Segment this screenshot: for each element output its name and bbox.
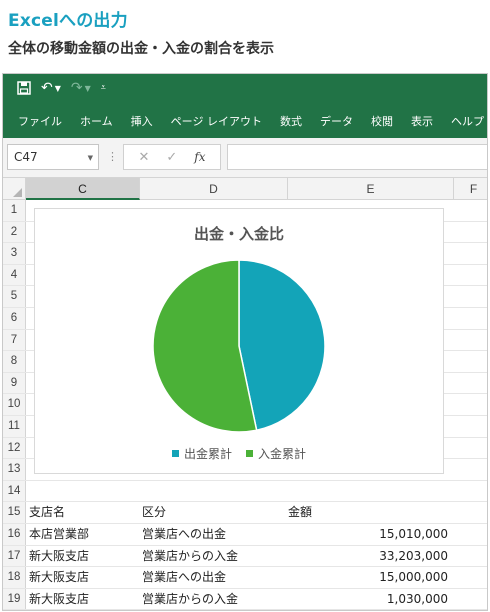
enter-check-icon[interactable]: ✓: [166, 150, 177, 165]
row-header[interactable]: 10: [3, 394, 26, 415]
insert-function-icon[interactable]: fx: [194, 150, 205, 164]
row-header[interactable]: 6: [3, 308, 26, 329]
column-header-f[interactable]: F: [454, 178, 487, 200]
undo-icon[interactable]: ↶ ▼: [41, 80, 61, 96]
excel-window: ↶ ▼ ↷ ▼ ⩡ ファイル ホーム 挿入 ページ レイアウト 数式 データ 校閲 …: [2, 73, 488, 611]
tab-review[interactable]: 校閲: [362, 113, 402, 129]
formula-bar-grip-icon[interactable]: ⋮: [107, 150, 118, 163]
table-header-branch[interactable]: 支店名: [29, 502, 139, 523]
tab-file[interactable]: ファイル: [9, 113, 71, 129]
pie-chart-svg: [152, 259, 326, 433]
row-header[interactable]: 18: [3, 567, 26, 588]
row-header[interactable]: 4: [3, 264, 26, 286]
pie-chart[interactable]: 出金・入金比 出金累計 入金累計: [34, 208, 444, 474]
sheet-row: 18 新大阪支店 営業店への出金 15,000,000: [3, 567, 487, 589]
legend-swatch-in: [246, 450, 253, 457]
table-cell-branch[interactable]: 本店営業部: [29, 524, 139, 545]
table-cell-type[interactable]: 営業店への出金: [142, 524, 286, 545]
column-header-c[interactable]: C: [26, 178, 140, 200]
row-header[interactable]: 16: [3, 524, 26, 545]
chart-legend: 出金累計 入金累計: [35, 445, 443, 462]
tab-data[interactable]: データ: [311, 113, 362, 129]
table-cell-type[interactable]: 営業店からの入金: [142, 589, 286, 610]
sheet-row: 17 新大阪支店 営業店からの入金 33,203,000: [3, 545, 487, 568]
table-header-type[interactable]: 区分: [142, 502, 282, 523]
table-cell-amount[interactable]: 15,000,000: [288, 567, 448, 588]
sheet-row: 15 支店名 区分 金額: [3, 502, 487, 524]
table-cell-branch[interactable]: 新大阪支店: [29, 589, 139, 610]
legend-item-in: 入金累計: [246, 445, 306, 462]
row-header[interactable]: 17: [3, 545, 26, 567]
row-header[interactable]: 13: [3, 459, 26, 480]
redo-icon[interactable]: ↷ ▼: [71, 80, 91, 96]
row-header[interactable]: 5: [3, 286, 26, 307]
row-header[interactable]: 12: [3, 437, 26, 459]
formula-bar: C47 ▼ ⋮ ✕ ✓ fx: [3, 138, 487, 178]
table-cell-amount[interactable]: 1,030,000: [288, 589, 448, 610]
row-header[interactable]: 2: [3, 221, 26, 243]
cancel-icon[interactable]: ✕: [138, 150, 149, 165]
doc-title: Excelへの出力: [8, 11, 128, 31]
sheet-row: 19 新大阪支店 営業店からの入金 1,030,000: [3, 588, 487, 610]
name-box-value: C47: [14, 150, 38, 164]
table-cell-branch[interactable]: 新大阪支店: [29, 546, 139, 567]
column-headers: C D E F: [3, 178, 487, 200]
formula-tools: ✕ ✓ fx: [123, 144, 221, 170]
table-cell-type[interactable]: 営業店からの入金: [142, 546, 286, 567]
ribbon-tabs: ファイル ホーム 挿入 ページ レイアウト 数式 データ 校閲 表示 ヘルプ: [3, 104, 487, 138]
tab-help[interactable]: ヘルプ: [442, 113, 487, 129]
sheet-row: 14: [3, 480, 487, 503]
tab-view[interactable]: 表示: [402, 113, 442, 129]
select-all-button[interactable]: [3, 178, 26, 200]
table-header-amount[interactable]: 金額: [288, 502, 368, 523]
tab-formulas[interactable]: 数式: [271, 113, 311, 129]
doc-subtitle: 全体の移動金額の出金・入金の割合を表示: [8, 41, 274, 57]
tab-home[interactable]: ホーム: [71, 113, 122, 129]
row-header[interactable]: 11: [3, 416, 26, 437]
name-box[interactable]: C47 ▼: [7, 144, 99, 170]
row-header[interactable]: 19: [3, 588, 26, 610]
row-header[interactable]: 14: [3, 480, 26, 502]
table-cell-amount[interactable]: 33,203,000: [288, 546, 448, 567]
table-cell-type[interactable]: 営業店への出金: [142, 567, 286, 588]
save-icon[interactable]: [17, 81, 31, 95]
sheet-row: 16 本店営業部 営業店への出金 15,010,000: [3, 524, 487, 546]
tab-insert[interactable]: 挿入: [122, 113, 162, 129]
legend-item-out: 出金累計: [171, 445, 232, 462]
chevron-down-icon[interactable]: ▼: [88, 154, 93, 162]
row-header[interactable]: 9: [3, 372, 26, 394]
legend-swatch-out: [171, 450, 179, 457]
table-cell-amount[interactable]: 15,010,000: [288, 524, 448, 545]
formula-input[interactable]: [227, 144, 487, 170]
customize-toolbar-icon[interactable]: ⩡: [101, 83, 106, 93]
row-header[interactable]: 1: [3, 200, 26, 221]
tab-page-layout[interactable]: ページ レイアウト: [162, 113, 271, 129]
legend-label-out: 出金累計: [183, 447, 232, 461]
table-cell-branch[interactable]: 新大阪支店: [29, 567, 139, 588]
quick-access-toolbar: ↶ ▼ ↷ ▼ ⩡: [3, 74, 487, 104]
column-header-d[interactable]: D: [140, 178, 288, 200]
row-header[interactable]: 3: [3, 243, 26, 264]
row-header[interactable]: 8: [3, 351, 26, 372]
row-header[interactable]: 7: [3, 329, 26, 351]
column-header-e[interactable]: E: [288, 178, 454, 200]
legend-label-in: 入金累計: [258, 447, 307, 461]
row-header[interactable]: 15: [3, 502, 26, 523]
